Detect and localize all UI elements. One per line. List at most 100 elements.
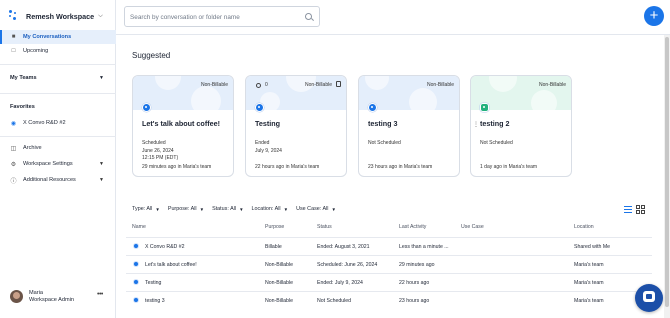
table-row[interactable]: Testing Non-Billable Ended: July 9, 2024… [126,273,652,291]
column-header-status[interactable]: Status [317,224,332,230]
user-menu[interactable]: Maria Workspace Admin ••• [0,284,116,310]
sidebar-item-label: Archive [23,145,42,151]
card-status: Ended July 9, 2024 [255,140,282,155]
sidebar-item-additional-resources[interactable]: ⓘ Additional Resources ▼ [0,173,116,187]
help-icon: ⓘ [10,178,17,185]
card-status: Not Scheduled [480,140,513,148]
table-row[interactable]: Let's talk about coffee! Non-Billable Sc… [126,255,652,273]
remesh-logo-icon [9,10,21,22]
filter-use-case[interactable]: Use Case: All ▼ [296,206,336,212]
status-text: Scheduled [142,140,166,146]
row-last-activity: 23 hours ago [399,298,430,304]
sidebar-item-archive[interactable]: ◫ Archive [0,141,116,155]
card-footer: 22 hours ago in Maria's team [255,164,320,170]
filter-type[interactable]: Type: All ▼ [132,206,160,212]
calendar-icon: □ [11,48,16,54]
favorite-item-label: X Convo R&D #2 [23,120,66,126]
suggested-card[interactable]: Non-Billable testing 3 Not Scheduled 23 … [358,75,460,177]
billing-badge: Non-Billable [201,82,228,88]
more-options-icon[interactable]: ••• [97,291,103,298]
column-header-location[interactable]: Location [574,224,594,230]
table-row[interactable]: X Convo R&D #2 Billable Ended: August 3,… [126,237,652,255]
filter-label: Purpose: All [167,206,197,212]
card-title: testing 3 [368,119,398,128]
chat-icon: ■ [11,34,16,40]
favorite-item[interactable]: ◉ X Convo R&D #2 [0,116,116,130]
chevron-down-icon: ▼ [331,206,336,212]
row-status: Not Scheduled [317,298,352,304]
row-name: X Convo R&D #2 [145,244,185,250]
chevron-down-icon: ▼ [155,206,160,212]
create-conversation-button[interactable]: + [644,6,664,26]
row-status: Ended: July 9, 2024 [317,280,363,286]
scrollbar-thumb[interactable] [665,37,669,307]
status-text: Ended [255,140,270,146]
my-teams-label: My Teams [10,75,37,81]
column-header-last-activity[interactable]: Last Activity [399,224,426,230]
column-header-use-case[interactable]: Use Case [461,224,484,230]
sidebar: Remesh Workspace ⌵ ■ My Conversations □ … [0,0,116,318]
conversation-icon [142,103,151,112]
grid-view-icon[interactable] [636,205,645,214]
card-status: Not Scheduled [368,140,401,148]
column-header-purpose[interactable]: Purpose [265,224,284,230]
filter-label: Type: All [132,206,153,212]
billing-badge: Non-Billable [305,82,332,88]
billing-badge: Non-Billable [427,82,454,88]
sidebar-item-label: Upcoming [23,48,49,54]
sidebar-item-label: My Conversations [23,34,72,40]
card-status: Scheduled June 26, 2024 12:15 PM (EDT) [142,140,178,163]
participant-count-value: 0 [265,82,268,88]
sidebar-item-label: Additional Resources [23,177,76,183]
gear-icon: ⚙ [10,161,17,168]
status-date: July 9, 2024 [255,147,282,154]
conversation-icon [133,261,139,267]
status-date: June 26, 2024 [142,147,174,154]
status-text: Not Scheduled [368,140,401,146]
row-name: Let's talk about coffee! [145,262,197,268]
my-teams-toggle[interactable]: My Teams ▼ [10,75,104,81]
row-location: Maria's team [574,262,604,268]
chevron-down-icon: ▼ [239,206,244,212]
suggested-card[interactable]: 0 Non-Billable Testing Ended July 9, 202… [245,75,347,177]
conversation-icon [133,297,139,303]
column-header-name[interactable]: Name [132,224,146,230]
divider [0,93,116,94]
row-location: Maria's team [574,280,604,286]
search-box [124,6,320,27]
chevron-down-icon: ▼ [199,206,205,212]
filter-location[interactable]: Location: All ▼ [252,206,289,212]
suggested-card[interactable]: Non-Billable Let's talk about coffee! Sc… [132,75,234,177]
filter-purpose[interactable]: Purpose: All ▼ [168,206,204,212]
search-icon[interactable] [305,13,312,20]
card-footer: 29 minutes ago in Maria's team [142,164,212,170]
divider [0,64,116,65]
filter-status[interactable]: Status: All ▼ [212,206,243,212]
workspace-switcher[interactable]: Remesh Workspace ⌵ [0,0,116,32]
card-footer: 23 hours ago in Maria's team [368,164,433,170]
search-input[interactable] [130,11,300,23]
card-title: testing 2 [480,119,510,128]
top-bar: + [116,0,670,35]
status-time: 12:15 PM (EDT) [142,155,179,161]
chevron-down-icon: ▼ [99,177,104,183]
suggested-card[interactable]: Non-Billable ⋮ testing 2 Not Scheduled 1… [470,75,572,177]
sidebar-item-workspace-settings[interactable]: ⚙ Workspace Settings ▼ [0,157,116,171]
row-name: Testing [145,280,162,286]
card-footer: 1 day ago in Maria's team [480,164,538,170]
sidebar-item-my-conversations[interactable]: ■ My Conversations [0,30,116,44]
row-status: Ended: August 3, 2021 [317,244,370,250]
card-title: Testing [255,119,281,128]
row-purpose: Billable [265,244,282,250]
billing-badge: Non-Billable [539,82,566,88]
lock-icon [336,81,341,87]
chevron-down-icon: ▼ [99,75,104,81]
support-chat-icon[interactable] [635,284,663,312]
sidebar-item-upcoming[interactable]: □ Upcoming [0,44,116,58]
table-row[interactable]: testing 3 Non-Billable Not Scheduled 23 … [126,291,652,309]
conversation-icon [133,279,139,285]
list-view-icon[interactable] [623,205,633,214]
drag-handle-icon[interactable]: ⋮ [473,121,479,128]
row-purpose: Non-Billable [265,298,293,304]
scrollbar[interactable] [664,35,670,318]
